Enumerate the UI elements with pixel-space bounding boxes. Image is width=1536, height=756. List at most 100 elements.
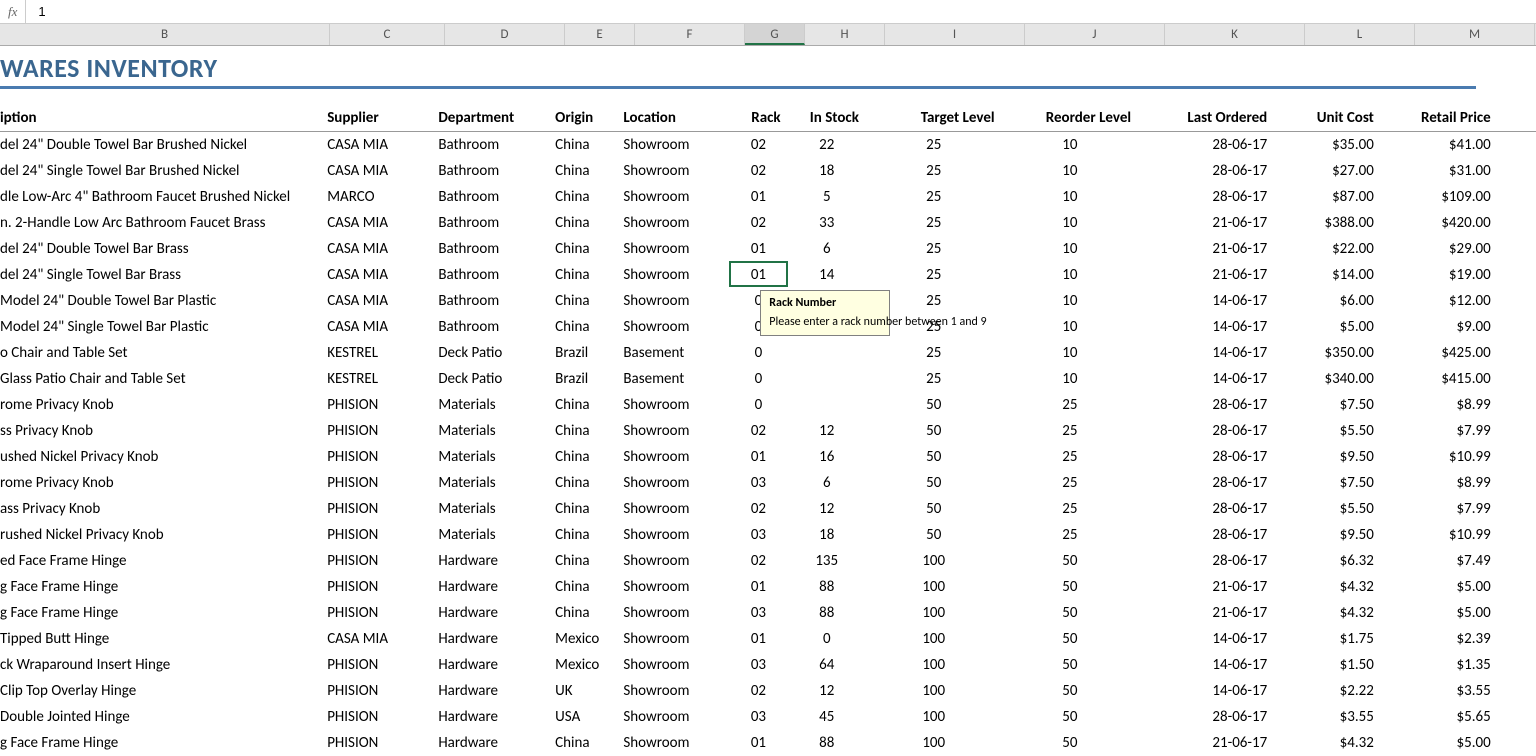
cell[interactable]: 02	[730, 678, 788, 704]
table-header[interactable]: In Stock	[789, 105, 867, 132]
cell[interactable]: 28-06-17	[1139, 184, 1275, 210]
col-header-J[interactable]: J	[1025, 24, 1165, 45]
cell[interactable]: 100	[867, 626, 1003, 652]
cell[interactable]: 5	[789, 184, 867, 210]
cell[interactable]: 01	[730, 184, 788, 210]
cell[interactable]: MARCO	[327, 184, 438, 210]
col-header-G[interactable]: G	[745, 24, 805, 45]
cell[interactable]	[1499, 184, 1536, 210]
cell[interactable]: Hardware	[438, 730, 555, 756]
cell[interactable]: Showroom	[623, 444, 730, 470]
cell[interactable]: $4.32	[1275, 574, 1382, 600]
cell[interactable]: 28-06-17	[1139, 496, 1275, 522]
cell[interactable]	[1499, 210, 1536, 236]
cell[interactable]	[1499, 548, 1536, 574]
cell[interactable]	[1499, 522, 1536, 548]
cell[interactable]: PHISION	[327, 496, 438, 522]
cell[interactable]: Model 24" Double Towel Bar Plastic	[0, 288, 327, 314]
cell[interactable]: 25	[1003, 392, 1140, 418]
cell[interactable]: 14-06-17	[1139, 626, 1275, 652]
cell[interactable]: Bathroom	[438, 158, 555, 184]
cell[interactable]: 135	[789, 548, 867, 574]
cell[interactable]: Showroom	[623, 236, 730, 262]
cell[interactable]: 50	[1003, 704, 1140, 730]
cell[interactable]: Model 24" Single Towel Bar Plastic	[0, 314, 327, 340]
cell[interactable]: Hardware	[438, 626, 555, 652]
cell[interactable]: 50	[867, 522, 1003, 548]
table-header[interactable]: Unit Cost	[1275, 105, 1382, 132]
cell[interactable]: $29.00	[1382, 236, 1499, 262]
cell[interactable]: 25	[867, 210, 1003, 236]
cell[interactable]: 03	[730, 704, 788, 730]
cell[interactable]: 10	[1003, 236, 1140, 262]
cell[interactable]: 100	[867, 574, 1003, 600]
cell[interactable]: del 24" Double Towel Bar Brushed Nickel	[0, 132, 327, 158]
cell[interactable]: Showroom	[623, 392, 730, 418]
cell[interactable]: ushed Nickel Privacy Knob	[0, 444, 327, 470]
table-header[interactable]: Reorder Level	[1003, 105, 1140, 132]
cell[interactable]: CASA MIA	[327, 210, 438, 236]
cell[interactable]: China	[555, 730, 623, 756]
cell[interactable]: 100	[867, 600, 1003, 626]
cell[interactable]: 10	[1003, 314, 1140, 340]
cell[interactable]: 14-06-17	[1139, 314, 1275, 340]
cell[interactable]: PHISION	[327, 522, 438, 548]
cell[interactable]: $1.75	[1275, 626, 1382, 652]
cell[interactable]	[1499, 262, 1536, 288]
cell[interactable]: CASA MIA	[327, 626, 438, 652]
cell[interactable]: 21-06-17	[1139, 236, 1275, 262]
cell[interactable]: $35.00	[1275, 132, 1382, 158]
cell[interactable]: Bathroom	[438, 314, 555, 340]
cell[interactable]	[1499, 496, 1536, 522]
cell[interactable]: 50	[1003, 652, 1140, 678]
cell[interactable]: Showroom	[623, 496, 730, 522]
cell[interactable]	[1499, 626, 1536, 652]
cell[interactable]: PHISION	[327, 548, 438, 574]
cell[interactable]: 50	[1003, 600, 1140, 626]
cell[interactable]: $6.00	[1275, 288, 1382, 314]
cell[interactable]: 02	[730, 548, 788, 574]
cell[interactable]: Showroom	[623, 288, 730, 314]
cell[interactable]: $6.32	[1275, 548, 1382, 574]
cell[interactable]	[789, 340, 867, 366]
cell[interactable]: Showroom	[623, 652, 730, 678]
cell[interactable]: PHISION	[327, 470, 438, 496]
formula-input[interactable]	[26, 0, 1536, 23]
cell[interactable]: China	[555, 158, 623, 184]
cell[interactable]: 03	[730, 470, 788, 496]
cell[interactable]: Materials	[438, 522, 555, 548]
cell[interactable]: $350.00	[1275, 340, 1382, 366]
cell[interactable]: 10	[1003, 288, 1140, 314]
cell[interactable]: Showroom	[623, 418, 730, 444]
cell[interactable]: del 24" Single Towel Bar Brass	[0, 262, 327, 288]
cell[interactable]: Hardware	[438, 548, 555, 574]
cell[interactable]: $87.00	[1275, 184, 1382, 210]
cell[interactable]: China	[555, 496, 623, 522]
cell[interactable]: 02	[730, 418, 788, 444]
table-header[interactable]: Retail Price	[1382, 105, 1499, 132]
cell[interactable]: China	[555, 574, 623, 600]
cell[interactable]: Deck Patio	[438, 366, 555, 392]
cell[interactable]: 0	[730, 392, 788, 418]
cell[interactable]: CASA MIA	[327, 132, 438, 158]
cell[interactable]: 12	[789, 496, 867, 522]
table-header[interactable]: Target Level	[867, 105, 1003, 132]
col-header-H[interactable]: H	[805, 24, 885, 45]
cell[interactable]: 64	[789, 652, 867, 678]
cell[interactable]: 10	[1003, 158, 1140, 184]
cell[interactable]: Mexico	[555, 652, 623, 678]
cell[interactable]: 25	[1003, 522, 1140, 548]
cell[interactable]: 02	[730, 496, 788, 522]
col-header-C[interactable]: C	[330, 24, 445, 45]
cell[interactable]: 10	[1003, 184, 1140, 210]
cell[interactable]: UK	[555, 678, 623, 704]
cell[interactable]: 21-06-17	[1139, 574, 1275, 600]
cell[interactable]: $5.50	[1275, 496, 1382, 522]
cell[interactable]: 12	[789, 418, 867, 444]
cell[interactable]: $4.32	[1275, 600, 1382, 626]
col-header-E[interactable]: E	[565, 24, 635, 45]
cell[interactable]: 28-06-17	[1139, 158, 1275, 184]
cell[interactable]: Showroom	[623, 262, 730, 288]
cell[interactable]	[1499, 158, 1536, 184]
cell[interactable]: 50	[1003, 678, 1140, 704]
